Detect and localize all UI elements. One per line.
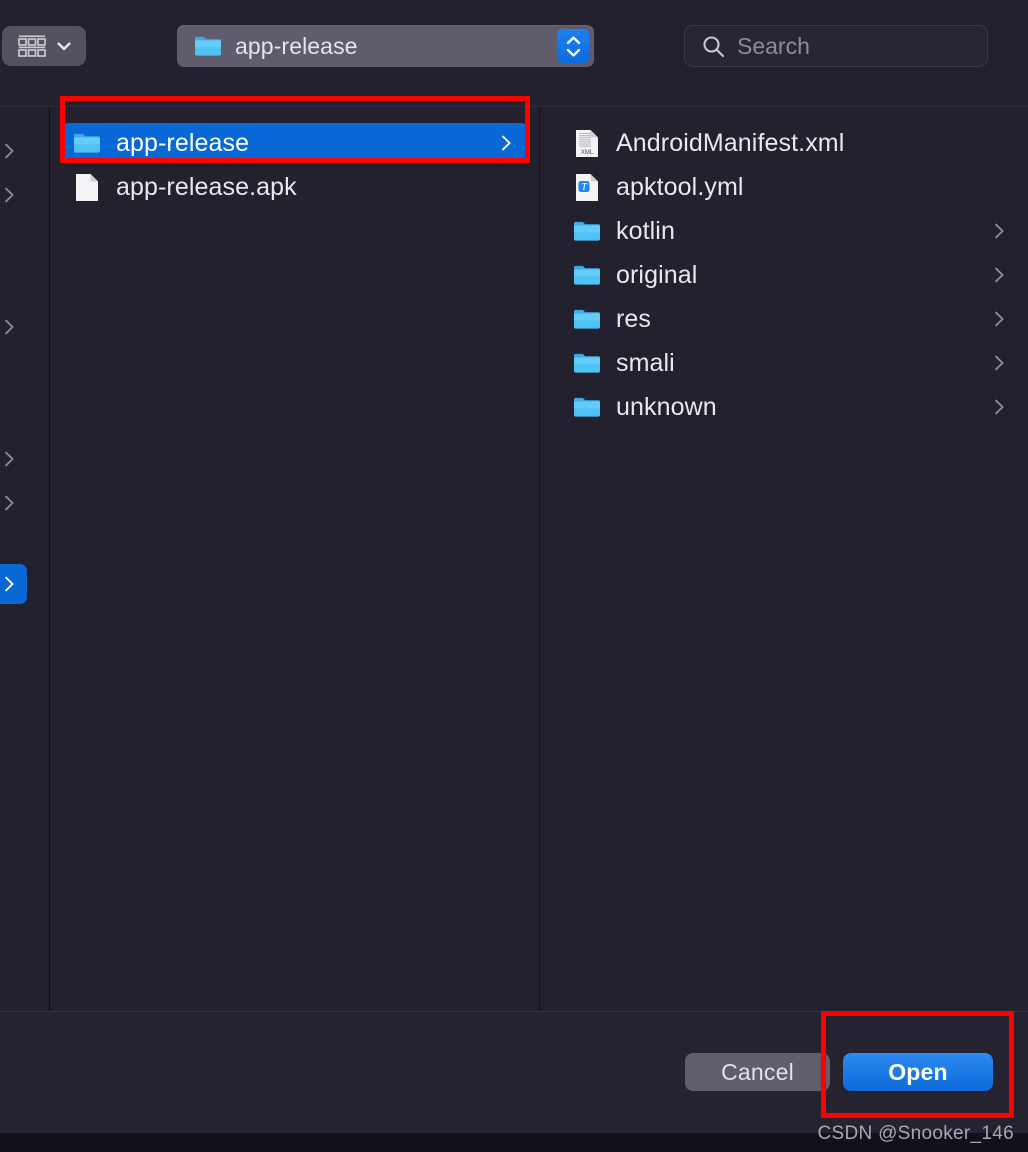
list-item-label: apktool.yml [616,172,744,201]
search-input[interactable]: Search [684,25,988,67]
column-parent: app-release app-release.apk [50,107,539,1011]
folder-icon [572,216,602,246]
chevron-down-icon [56,38,72,54]
list-item[interactable] [0,307,27,347]
chevron-right-icon [994,399,1005,415]
chevron-right-icon [4,576,15,592]
file-picker-dialog: app-release Search app-release app-releas… [0,0,1028,1152]
list-item-label: kotlin [616,216,675,245]
watermark: CSDN @Snooker_146 [817,1123,1014,1144]
list-item[interactable]: kotlin [562,211,1017,251]
list-item[interactable] [0,439,27,479]
path-popup-button[interactable]: app-release [177,25,594,67]
list-item[interactable]: smali [562,343,1017,383]
folder-icon [572,304,602,334]
chevron-right-icon [4,495,15,511]
chevron-right-icon [4,187,15,203]
file-icon: T [572,172,602,202]
chevron-right-icon [994,223,1005,239]
list-item[interactable]: app-release.apk [61,167,528,207]
list-item[interactable]: original [562,255,1017,295]
file-icon [72,172,102,202]
column-browser: app-release app-release.apk XML AndroidMan… [0,107,1028,1011]
list-item-label: smali [616,348,675,377]
toolbar: app-release Search [0,0,1028,107]
chevron-right-icon [4,319,15,335]
chevron-right-icon [994,311,1005,327]
list-item-label: AndroidManifest.xml [616,128,845,157]
column-contents: XML AndroidManifest.xml Tapktool.yml kotlin… [540,107,1028,1011]
grid-icon [17,31,47,61]
chevron-right-icon [4,143,15,159]
column-ancestors [0,107,49,1011]
chevron-right-icon [994,355,1005,371]
chevron-right-icon [994,267,1005,283]
list-item[interactable]: XML AndroidManifest.xml [562,123,1017,163]
list-item[interactable]: unknown [562,387,1017,427]
open-button[interactable]: Open [843,1053,993,1091]
up-down-stepper-icon[interactable] [557,29,589,63]
path-popup-label: app-release [235,32,358,59]
list-item[interactable]: app-release [61,123,528,163]
search-icon [701,34,725,58]
file-icon: XML [572,128,602,158]
list-item-label: app-release.apk [116,172,297,201]
folder-icon [72,128,102,158]
list-item[interactable]: Tapktool.yml [562,167,1017,207]
folder-icon [572,260,602,290]
view-mode-button[interactable] [2,26,86,66]
search-placeholder: Search [737,32,810,59]
list-item[interactable] [0,564,27,604]
list-item[interactable] [0,483,27,523]
svg-text:XML: XML [581,150,594,156]
folder-icon [572,392,602,422]
chevron-right-icon [4,451,15,467]
folder-icon [193,31,223,61]
list-item-label: app-release [116,128,250,157]
folder-icon [572,348,602,378]
list-item[interactable] [0,175,27,215]
list-item[interactable]: res [562,299,1017,339]
chevron-right-icon [501,135,512,151]
list-item-label: res [616,304,652,333]
list-item-label: unknown [616,392,717,421]
list-item-label: original [616,260,698,289]
list-item[interactable] [0,131,27,171]
cancel-button[interactable]: Cancel [685,1053,830,1091]
